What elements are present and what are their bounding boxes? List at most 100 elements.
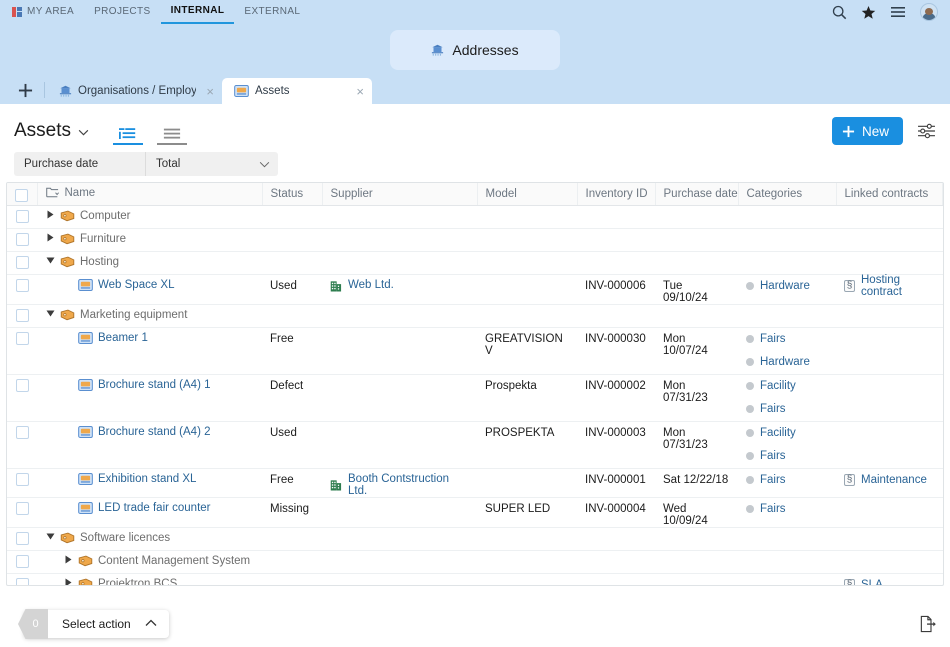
export-icon[interactable] <box>919 615 936 633</box>
cell-purchase-date <box>655 251 738 274</box>
column-header-categories[interactable]: Categories <box>738 183 836 205</box>
row-checkbox[interactable] <box>16 233 29 246</box>
row-expand-toggle[interactable] <box>45 233 55 244</box>
table-row[interactable]: Brochure stand (A4) 1DefectProspektaINV-… <box>7 374 943 421</box>
column-header-supplier[interactable]: Supplier <box>322 183 477 205</box>
cell-categories: Fairs Hardware <box>738 327 836 374</box>
row-expand-toggle[interactable] <box>45 210 55 221</box>
supplier-building-icon <box>330 279 342 292</box>
module-button-addresses[interactable]: Addresses <box>390 30 560 70</box>
row-checkbox[interactable] <box>16 578 29 587</box>
category-link[interactable]: Fairs <box>760 333 786 345</box>
table-row[interactable]: Marketing equipment <box>7 304 943 327</box>
row-checkbox[interactable] <box>16 473 29 486</box>
folder-label: Computer <box>80 210 131 222</box>
tree-view-icon[interactable] <box>111 117 145 145</box>
row-checkbox[interactable] <box>16 532 29 545</box>
close-icon[interactable]: × <box>206 85 214 98</box>
contract-link[interactable]: Hosting contract <box>861 274 935 298</box>
nav-item-external[interactable]: EXTERNAL <box>234 0 310 24</box>
list-view-icon[interactable] <box>155 117 189 145</box>
category-link[interactable]: Fairs <box>760 503 786 515</box>
row-select-cell <box>7 468 37 497</box>
cell-linked-contracts <box>836 205 943 228</box>
cell-status <box>262 527 322 550</box>
category-link[interactable]: Hardware <box>760 356 810 368</box>
contract-link[interactable]: SLA <box>861 579 883 586</box>
table-row[interactable]: LED trade fair counterMissingSUPER LEDIN… <box>7 497 943 527</box>
select-all-checkbox[interactable] <box>15 189 28 202</box>
table-row[interactable]: Computer <box>7 205 943 228</box>
table-row[interactable]: Exhibition stand XLFreeBooth Contstructi… <box>7 468 943 497</box>
column-header-model[interactable]: Model <box>477 183 577 205</box>
asset-link[interactable]: Exhibition stand XL <box>98 473 196 485</box>
row-select-cell <box>7 205 37 228</box>
cell-purchase-date <box>655 527 738 550</box>
chevron-down-icon[interactable] <box>78 124 89 139</box>
cell-inventory-id: INV-000004 <box>577 497 655 527</box>
cell-supplier <box>322 205 477 228</box>
asset-link[interactable]: LED trade fair counter <box>98 502 211 514</box>
row-checkbox[interactable] <box>16 379 29 392</box>
sliders-icon[interactable] <box>917 123 936 139</box>
table-row[interactable]: Web Space XLUsedWeb Ltd.INV-000006Tue 09… <box>7 274 943 304</box>
table-row[interactable]: Brochure stand (A4) 2UsedPROSPEKTAINV-00… <box>7 421 943 468</box>
row-checkbox[interactable] <box>16 332 29 345</box>
supplier-link[interactable]: Booth Contstruction Ltd. <box>348 473 469 497</box>
cell-status: Used <box>262 274 322 304</box>
row-checkbox[interactable] <box>16 426 29 439</box>
asset-link[interactable]: Brochure stand (A4) 2 <box>98 426 211 438</box>
menu-icon[interactable] <box>890 5 906 19</box>
column-header-status[interactable]: Status <box>262 183 322 205</box>
nav-item-internal[interactable]: INTERNAL <box>161 0 235 24</box>
category-link[interactable]: Hardware <box>760 280 810 292</box>
search-icon[interactable] <box>832 5 847 20</box>
table-row[interactable]: Projektron BCS§SLA <box>7 573 943 586</box>
new-button[interactable]: New <box>832 117 903 145</box>
category-link[interactable]: Fairs <box>760 403 786 415</box>
category-link[interactable]: Facility <box>760 380 796 392</box>
row-checkbox[interactable] <box>16 210 29 223</box>
supplier-link[interactable]: Web Ltd. <box>348 279 394 291</box>
column-header-inventory-id[interactable]: Inventory ID <box>577 183 655 205</box>
column-header-linked-contracts[interactable]: Linked contracts <box>836 183 943 205</box>
nav-item-my-area[interactable]: MY AREA <box>12 0 84 24</box>
filter-value-select[interactable]: Total <box>146 152 278 176</box>
row-expand-toggle[interactable] <box>45 257 55 266</box>
row-checkbox[interactable] <box>16 279 29 292</box>
row-expand-toggle[interactable] <box>63 578 73 586</box>
row-checkbox[interactable] <box>16 256 29 269</box>
nav-item-projects[interactable]: PROJECTS <box>84 0 161 24</box>
add-tab-button[interactable] <box>8 76 42 104</box>
table-row[interactable]: Content Management System <box>7 550 943 573</box>
contract-link[interactable]: Maintenance <box>861 474 927 486</box>
asset-link[interactable]: Brochure stand (A4) 1 <box>98 379 211 391</box>
table-row[interactable]: Furniture <box>7 228 943 251</box>
row-expand-toggle[interactable] <box>45 310 55 319</box>
asset-link[interactable]: Beamer 1 <box>98 332 148 344</box>
category-link[interactable]: Fairs <box>760 450 786 462</box>
content-panel: Assets <box>0 104 950 647</box>
table-row[interactable]: Beamer 1FreeGREATVISION VINV-000030Mon 1… <box>7 327 943 374</box>
favorites-star-icon[interactable] <box>861 5 876 20</box>
cell-categories <box>738 205 836 228</box>
tab-organisations-employees[interactable]: Organisations / Employ × <box>47 78 222 104</box>
row-expand-toggle[interactable] <box>63 555 73 566</box>
close-icon[interactable]: × <box>356 85 364 98</box>
column-header-purchase-date[interactable]: Purchase date <box>655 183 738 205</box>
page-title[interactable]: Assets <box>14 120 89 142</box>
table-row[interactable]: Software licences <box>7 527 943 550</box>
select-action-button[interactable]: 0 Select action <box>24 610 169 638</box>
table-row[interactable]: Hosting <box>7 251 943 274</box>
asset-link[interactable]: Web Space XL <box>98 279 175 291</box>
column-header-name[interactable]: Name <box>37 183 262 205</box>
row-checkbox[interactable] <box>16 555 29 568</box>
category-link[interactable]: Fairs <box>760 474 786 486</box>
row-expand-toggle[interactable] <box>45 533 55 542</box>
user-avatar[interactable] <box>920 3 938 21</box>
category-link[interactable]: Facility <box>760 427 796 439</box>
cell-name: Furniture <box>37 228 262 251</box>
tab-assets[interactable]: Assets × <box>222 78 372 104</box>
row-checkbox[interactable] <box>16 502 29 515</box>
row-checkbox[interactable] <box>16 309 29 322</box>
